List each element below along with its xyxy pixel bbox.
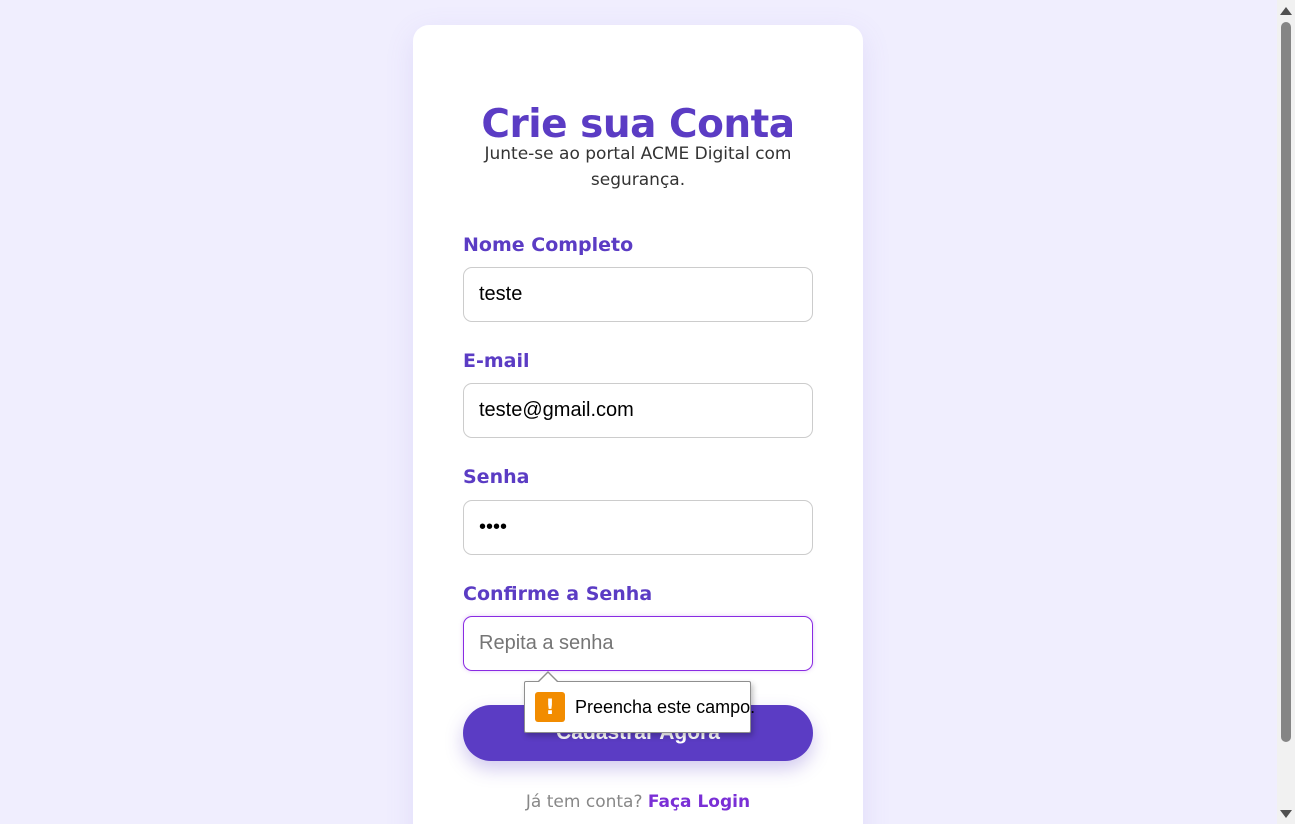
confirm-password-label: Confirme a Senha xyxy=(463,583,653,605)
confirm-password-input[interactable] xyxy=(463,616,813,671)
scrollbar-thumb[interactable] xyxy=(1281,22,1291,742)
validation-message: Preencha este campo. xyxy=(575,697,756,717)
page-subtitle: Junte-se ao portal ACME Digital com segu… xyxy=(484,144,792,190)
email-label: E-mail xyxy=(463,350,530,372)
name-label: Nome Completo xyxy=(463,234,634,256)
page-title: Crie sua Conta xyxy=(481,102,795,147)
scroll-down-arrow-icon[interactable] xyxy=(1280,810,1292,818)
vertical-scrollbar[interactable] xyxy=(1277,0,1295,824)
tooltip-arrow-fill xyxy=(538,673,558,683)
email-input[interactable] xyxy=(463,383,813,438)
validation-tooltip: ! Preencha este campo. xyxy=(524,681,755,733)
page: Crie sua Conta Junte-se ao portal ACME D… xyxy=(0,0,1295,824)
login-link[interactable]: Faça Login xyxy=(648,792,750,812)
login-prompt-text: Já tem conta? xyxy=(525,792,643,812)
warning-icon: ! xyxy=(535,692,565,722)
password-label: Senha xyxy=(463,466,530,488)
name-input[interactable] xyxy=(463,267,813,322)
password-input[interactable] xyxy=(463,500,813,555)
scroll-up-arrow-icon[interactable] xyxy=(1280,7,1292,15)
login-prompt: Já tem conta? Faça Login xyxy=(413,792,863,812)
